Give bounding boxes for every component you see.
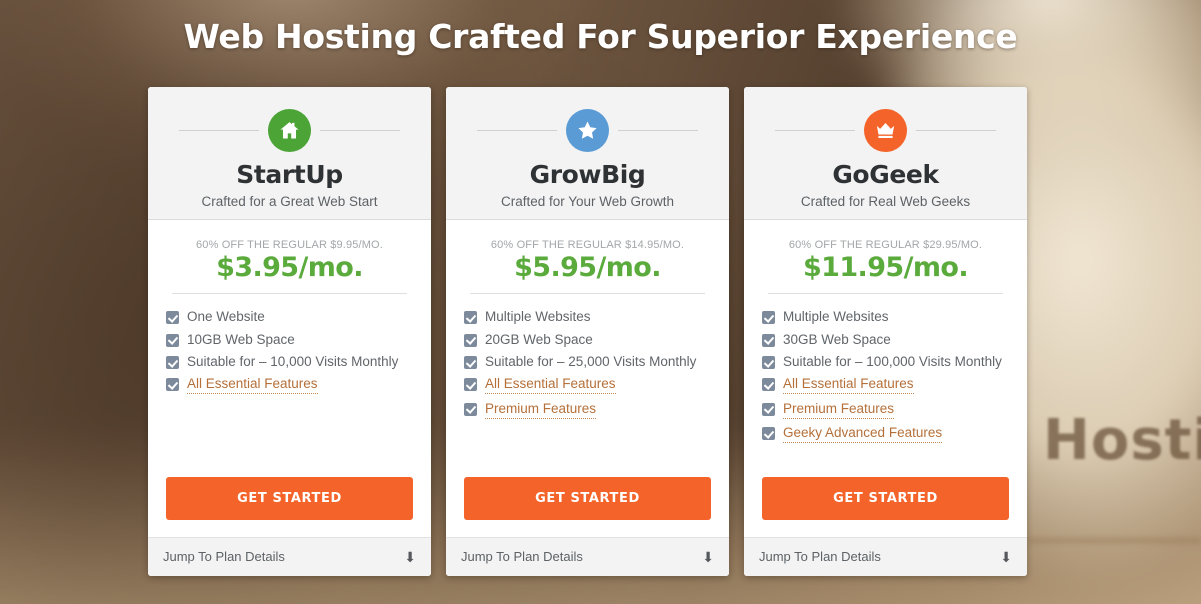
- feature-item: All Essential Features: [464, 377, 711, 395]
- page-title: Web Hosting Crafted For Superior Experie…: [183, 17, 1018, 56]
- feature-item: Suitable for – 25,000 Visits Monthly: [464, 354, 711, 370]
- divider-right: [618, 130, 698, 131]
- get-started-button[interactable]: GET STARTED: [166, 477, 413, 520]
- plan-name: StartUp: [236, 160, 343, 189]
- feature-item: One Website: [166, 310, 413, 325]
- price-block: 60% OFF THE REGULAR $29.95/MO. $11.95/mo.: [744, 220, 1027, 295]
- card-header: GoGeek Crafted for Real Web Geeks: [744, 87, 1027, 220]
- feature-list: Multiple Websites 20GB Web Space Suitable …: [446, 294, 729, 477]
- check-icon: [464, 311, 477, 325]
- feature-link[interactable]: Premium Features: [485, 401, 597, 419]
- check-icon: [464, 378, 477, 392]
- check-icon: [464, 402, 477, 416]
- check-icon: [762, 333, 775, 347]
- pricing-card-gogeek: GoGeek Crafted for Real Web Geeks 60% OFF …: [744, 87, 1027, 576]
- feature-item: Suitable for – 100,000 Visits Monthly: [762, 354, 1009, 370]
- feature-link[interactable]: Geeky Advanced Features: [783, 425, 943, 443]
- check-icon: [762, 378, 775, 392]
- divider-right: [916, 130, 996, 131]
- feature-item: Premium Features: [762, 401, 1009, 419]
- check-icon: [464, 333, 477, 347]
- feature-list: One Website 10GB Web Space Suitable for – …: [148, 294, 431, 477]
- feature-label: 30GB Web Space: [783, 331, 891, 347]
- feature-link[interactable]: All Essential Features: [187, 377, 318, 395]
- check-icon: [464, 356, 477, 370]
- feature-label: One Website: [187, 309, 265, 325]
- crown-icon: [864, 109, 907, 152]
- feature-link[interactable]: All Essential Features: [485, 377, 616, 395]
- star-icon: [566, 109, 609, 152]
- plan-tagline: Crafted for Your Web Growth: [500, 193, 675, 209]
- feature-label: Suitable for – 25,000 Visits Monthly: [485, 354, 697, 370]
- feature-label: Multiple Websites: [783, 309, 889, 325]
- cta-container: GET STARTED: [744, 477, 1027, 537]
- check-icon: [762, 402, 775, 416]
- cta-container: GET STARTED: [148, 477, 431, 537]
- check-icon: [762, 427, 775, 441]
- feature-item: Suitable for – 10,000 Visits Monthly: [166, 354, 413, 370]
- feature-item: 10GB Web Space: [166, 331, 413, 348]
- arrow-down-icon: ⬇: [404, 548, 416, 565]
- check-icon: [166, 378, 179, 392]
- pricing-card-startup: StartUp Crafted for a Great Web Start 60% …: [148, 87, 431, 576]
- check-icon: [166, 311, 179, 325]
- feature-link[interactable]: Premium Features: [783, 401, 895, 419]
- feature-label: Suitable for – 10,000 Visits Monthly: [187, 354, 399, 370]
- plan-icon-row: [464, 109, 711, 152]
- regular-price-note: 60% OFF THE REGULAR $29.95/MO.: [788, 239, 983, 251]
- get-started-button[interactable]: GET STARTED: [762, 477, 1009, 520]
- check-icon: [762, 356, 775, 370]
- feature-item: 20GB Web Space: [464, 331, 711, 348]
- check-icon: [762, 311, 775, 325]
- jump-to-plan-details[interactable]: Jump To Plan Details ⬇: [148, 537, 431, 576]
- jump-to-plan-details-label: Jump To Plan Details: [461, 549, 583, 564]
- feature-label: Suitable for – 100,000 Visits Monthly: [783, 354, 1002, 370]
- arrow-down-icon: ⬇: [1000, 548, 1012, 565]
- feature-item: Geeky Advanced Features: [762, 425, 1009, 443]
- feature-label: 20GB Web Space: [485, 331, 593, 347]
- plan-icon-row: [166, 109, 413, 152]
- price-block: 60% OFF THE REGULAR $9.95/MO. $3.95/mo.: [148, 220, 431, 295]
- divider-left: [179, 130, 259, 131]
- jump-to-plan-details-label: Jump To Plan Details: [759, 549, 881, 564]
- jump-to-plan-details-label: Jump To Plan Details: [163, 549, 285, 564]
- plan-name: GrowBig: [529, 160, 646, 189]
- cta-container: GET STARTED: [446, 477, 729, 537]
- plan-price: $5.95/mo.: [514, 252, 661, 283]
- regular-price-note: 60% OFF THE REGULAR $9.95/MO.: [196, 239, 383, 251]
- jump-to-plan-details[interactable]: Jump To Plan Details ⬇: [744, 537, 1027, 576]
- plan-tagline: Crafted for Real Web Geeks: [800, 193, 971, 209]
- feature-item: All Essential Features: [762, 377, 1009, 395]
- plan-price: $11.95/mo.: [803, 252, 969, 283]
- feature-list: Multiple Websites 30GB Web Space Suitable …: [744, 294, 1027, 477]
- feature-link[interactable]: All Essential Features: [783, 377, 914, 395]
- check-icon: [166, 356, 179, 370]
- divider-left: [477, 130, 557, 131]
- plan-price: $3.95/mo.: [216, 252, 363, 283]
- divider-left: [775, 130, 855, 131]
- feature-label: Multiple Websites: [485, 309, 591, 325]
- feature-label: 10GB Web Space: [187, 331, 295, 347]
- feature-item: 30GB Web Space: [762, 331, 1009, 348]
- plan-name: GoGeek: [832, 160, 939, 189]
- get-started-button[interactable]: GET STARTED: [464, 477, 711, 520]
- card-header: GrowBig Crafted for Your Web Growth: [446, 87, 729, 220]
- pricing-card-growbig: GrowBig Crafted for Your Web Growth 60% OF…: [446, 87, 729, 576]
- price-block: 60% OFF THE REGULAR $14.95/MO. $5.95/mo.: [446, 220, 729, 295]
- divider-right: [320, 130, 400, 131]
- jump-to-plan-details[interactable]: Jump To Plan Details ⬇: [446, 537, 729, 576]
- feature-item: All Essential Features: [166, 377, 413, 395]
- plan-icon-row: [762, 109, 1009, 152]
- pricing-cards: StartUp Crafted for a Great Web Start 60% …: [148, 87, 1028, 576]
- card-header: StartUp Crafted for a Great Web Start: [148, 87, 431, 220]
- regular-price-note: 60% OFF THE REGULAR $14.95/MO.: [490, 239, 685, 251]
- house-icon: [268, 109, 311, 152]
- feature-item: Multiple Websites: [464, 310, 711, 325]
- check-icon: [166, 333, 179, 347]
- feature-item: Multiple Websites: [762, 310, 1009, 325]
- arrow-down-icon: ⬇: [702, 548, 714, 565]
- plan-tagline: Crafted for a Great Web Start: [201, 193, 378, 209]
- feature-item: Premium Features: [464, 401, 711, 419]
